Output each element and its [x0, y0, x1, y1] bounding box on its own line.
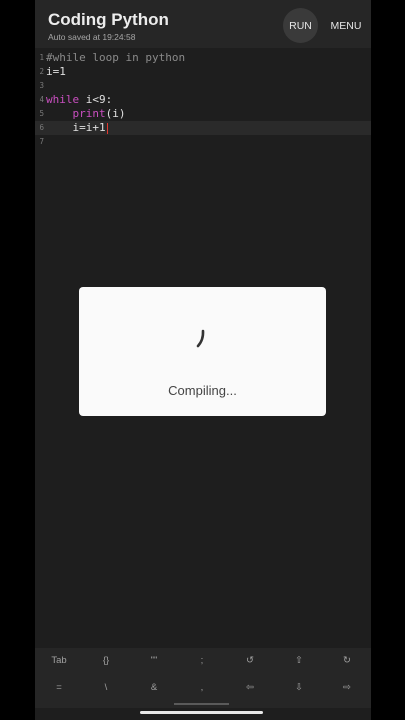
code-text-value: i=i+1 [46, 121, 106, 134]
compiling-dialog: Compiling... [79, 287, 326, 416]
menu-button[interactable]: MENU [325, 8, 367, 43]
builtin-print: print [72, 107, 106, 120]
key-equals[interactable]: = [39, 682, 79, 693]
app-bar: Coding Python Auto saved at 19:24:58 RUN… [35, 0, 371, 48]
line-number: 3 [39, 81, 44, 90]
code-text: i=1 [46, 65, 66, 78]
key-backslash[interactable]: \ [86, 682, 126, 693]
code-text: while i<9: [46, 93, 112, 107]
nav-indicator [174, 703, 229, 705]
line-number: 5 [39, 109, 44, 118]
line-number: 4 [39, 95, 44, 104]
code-comment: #while loop in python [46, 51, 186, 64]
code-line-6[interactable]: 6 i=i+1 [35, 121, 371, 135]
code-text-rest: (i) [105, 107, 126, 120]
line-number: 2 [39, 67, 44, 76]
arrow-left-key-icon[interactable]: ⇦ [230, 682, 270, 693]
arrow-up-key-icon[interactable]: ⇧ [279, 655, 319, 666]
app-title: Coding Python [48, 10, 169, 29]
text-caret [106, 122, 108, 134]
code-text: i=i+1 [46, 121, 108, 135]
run-button[interactable]: RUN [283, 8, 318, 43]
autosave-status: Auto saved at 19:24:58 [48, 32, 136, 42]
arrow-down-key-icon[interactable]: ⇩ [279, 682, 319, 693]
code-text-rest: i<9: [79, 93, 113, 106]
key-quotes[interactable]: "" [134, 655, 174, 666]
line-number: 7 [39, 137, 44, 146]
code-text: print(i) [46, 107, 126, 121]
code-line-1[interactable]: 1 #while loop in python [35, 51, 371, 65]
symbol-key-bar: Tab {} "" ; ↺ ⇧ ↻ = \ & , ⇦ ⇩ ⇨ [35, 648, 371, 708]
home-indicator[interactable] [140, 711, 263, 714]
dialog-message: Compiling... [168, 383, 237, 398]
key-semicolon[interactable]: ; [182, 655, 222, 666]
key-tab[interactable]: Tab [39, 655, 79, 666]
line-number: 6 [39, 123, 44, 132]
key-comma[interactable]: , [182, 682, 222, 693]
keyword-while: while [46, 93, 80, 106]
redo-key-icon[interactable]: ↻ [327, 655, 367, 666]
loading-spinner-icon [196, 329, 205, 348]
key-ampersand[interactable]: & [134, 682, 174, 693]
key-braces[interactable]: {} [86, 655, 126, 666]
line-number: 1 [39, 53, 44, 62]
code-line-3[interactable]: 3 [35, 79, 371, 93]
code-line-7[interactable]: 7 [35, 135, 371, 149]
code-line-4[interactable]: 4 while i<9: [35, 93, 371, 107]
code-line-5[interactable]: 5 print(i) [35, 107, 371, 121]
code-line-2[interactable]: 2 i=1 [35, 65, 371, 79]
arrow-right-key-icon[interactable]: ⇨ [327, 682, 367, 693]
undo-key-icon[interactable]: ↺ [230, 655, 270, 666]
